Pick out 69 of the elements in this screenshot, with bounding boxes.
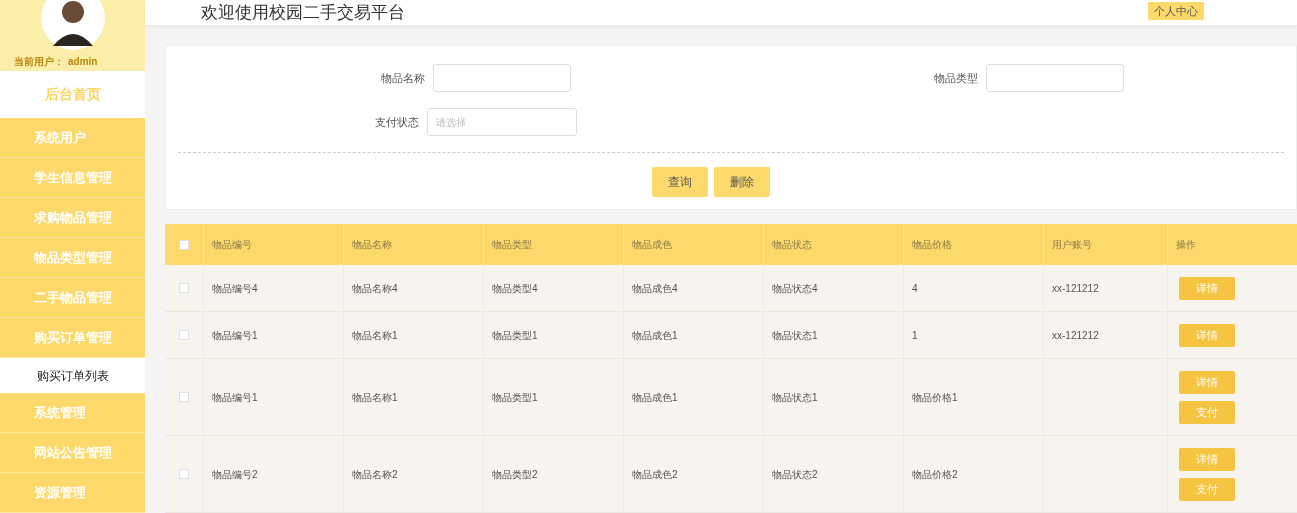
current-user: admin [68,55,98,69]
column-header: 物品价格 [912,238,952,252]
table-cell-text: 物品名称1 [352,328,398,343]
table-cell-text: 物品状态4 [772,281,818,296]
menu-item[interactable]: 网站公告管理 [0,433,145,473]
select-field[interactable]: 请选择 [427,108,577,136]
field-label: 支付状态 [375,114,419,130]
table-cell-text: 物品名称1 [352,390,398,405]
column-header: 物品成色 [632,238,672,252]
column-header: 操作 [1176,238,1196,252]
search-button[interactable]: 查询 [652,167,708,197]
menu-item[interactable]: 物品类型管理 [0,238,145,278]
table-cell-text: 物品类型4 [492,281,538,296]
table-cell-text: 物品状态1 [772,390,818,405]
table-cell-text: 物品状态1 [772,328,818,343]
menu-item[interactable]: 二手物品管理 [0,278,145,318]
table-cell-text: 物品编号1 [212,328,258,343]
menu-item[interactable]: 系统用户 [0,118,145,158]
table-cell-text: 1 [912,328,918,343]
table-cell-text: 物品成色4 [632,281,678,296]
table-cell-text: 物品编号2 [212,467,258,482]
table-cell-text: 物品名称4 [352,281,398,296]
menu-item[interactable]: 购买订单管理 [0,318,145,358]
current-user-label: 当前用户： [14,55,64,69]
table-cell-text: 物品类型1 [492,390,538,405]
action-button[interactable]: 详情 [1179,370,1235,394]
action-button[interactable]: 支付 [1179,400,1235,424]
checkbox[interactable] [179,330,189,340]
column-header: 物品编号 [212,238,252,252]
search-button[interactable]: 删除 [714,167,770,197]
column-header: 物品类型 [492,238,532,252]
table-cell-text: 物品名称2 [352,467,398,482]
column-header: 物品名称 [352,238,392,252]
action-button[interactable]: 详情 [1179,447,1235,471]
table-cell-text: 物品成色1 [632,390,678,405]
table-cell-text: 物品价格2 [912,467,958,482]
table-cell-text: 4 [912,281,918,296]
home-link[interactable]: 后台首页 [0,70,145,118]
table-cell-text: 物品成色2 [632,467,678,482]
column-header: 物品状态 [772,238,812,252]
table-cell-text: 物品价格1 [912,390,958,405]
checkbox[interactable] [179,239,189,250]
table-cell-text: xx-121212 [1052,328,1099,343]
table-cell-text: 物品类型2 [492,467,538,482]
table-cell-text: 物品成色1 [632,328,678,343]
avatar [40,0,105,50]
action-button[interactable]: 详情 [1179,276,1235,300]
column-header: 用户账号 [1052,238,1092,252]
field-label: 物品类型 [934,70,978,86]
action-button[interactable]: 支付 [1179,477,1235,501]
menu-item[interactable]: 求购物品管理 [0,198,145,238]
submenu-item[interactable]: 购买订单列表 [0,358,145,393]
field-label: 物品名称 [381,70,425,86]
page-title: 欢迎使用校园二手交易平台 [201,2,405,24]
input-field[interactable] [433,64,571,92]
input-field[interactable] [986,64,1124,92]
profile-button[interactable]: 个人中心 [1148,2,1204,20]
table-cell-text: xx-121212 [1052,281,1099,296]
checkbox[interactable] [179,392,189,402]
menu-item[interactable]: 系统管理 [0,393,145,433]
checkbox[interactable] [179,283,189,293]
table-cell-text: 物品状态2 [772,467,818,482]
table-cell-text: 物品类型1 [492,328,538,343]
menu-item[interactable]: 资源管理 [0,473,145,513]
menu-item[interactable]: 学生信息管理 [0,158,145,198]
table-cell-text: 物品编号4 [212,281,258,296]
table-cell-text: 物品编号1 [212,390,258,405]
action-button[interactable]: 详情 [1179,323,1235,347]
checkbox[interactable] [179,469,189,479]
